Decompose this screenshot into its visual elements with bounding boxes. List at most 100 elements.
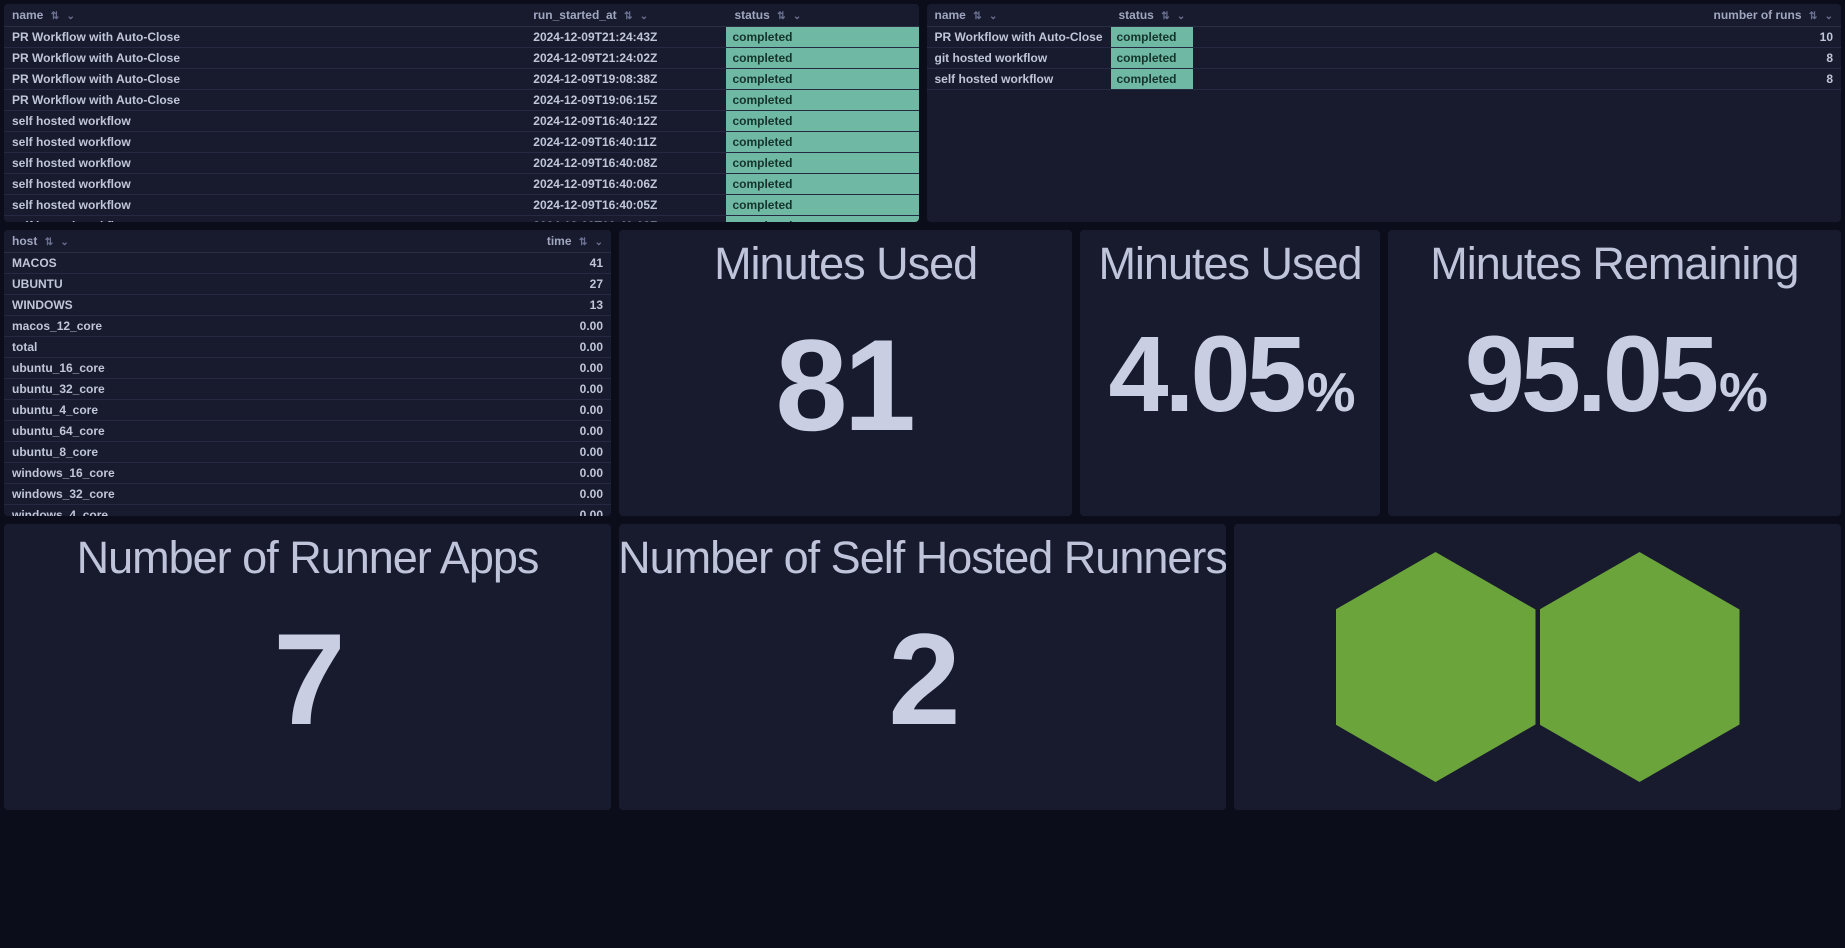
cell-time: 0.00 [123,442,611,463]
cell-host: UBUNTU [4,274,123,295]
filter-icon[interactable]: ⌄ [66,11,74,22]
filter-icon[interactable]: ⌄ [60,237,68,248]
cell-status: completed [726,195,918,216]
cell-number-of-runs: 8 [1193,48,1841,69]
col-header-name[interactable]: name ⇅ ⌄ [4,4,525,27]
sort-icon[interactable]: ⇅ [51,11,57,22]
table-row[interactable]: PR Workflow with Auto-Closecompleted10 [927,27,1842,48]
table-row[interactable]: macos_12_core0.00 [4,316,611,337]
col-header-number-of-runs[interactable]: number of runs ⇅ ⌄ [1193,4,1841,27]
table-row[interactable]: PR Workflow with Auto-Close2024-12-09T21… [4,48,919,69]
hexagon-icon [1540,552,1740,782]
table-row[interactable]: self hosted workflow2024-12-09T16:40:06Z… [4,174,919,195]
cell-name: PR Workflow with Auto-Close [4,90,525,111]
table-row[interactable]: self hosted workflow2024-12-09T16:40:02Z… [4,216,919,223]
sort-icon[interactable]: ⇅ [1809,11,1815,22]
cell-status: completed [726,153,918,174]
workflow-runs-table: name ⇅ ⌄ run_started_at ⇅ ⌄ status ⇅ ⌄ [4,4,919,222]
cell-number-of-runs: 8 [1193,69,1841,90]
cell-host: macos_12_core [4,316,123,337]
table-row[interactable]: self hosted workflowcompleted8 [927,69,1842,90]
minutes-used-pct-panel: Minutes Used 4.05% [1080,230,1380,516]
minutes-remaining-panel: Minutes Remaining 95.05% [1388,230,1841,516]
stat-value: 7 [273,614,341,744]
table-row[interactable]: WINDOWS13 [4,295,611,316]
cell-run-started-at: 2024-12-09T16:40:11Z [525,132,726,153]
sort-icon[interactable]: ⇅ [777,11,783,22]
col-header-status[interactable]: status ⇅ ⌄ [726,4,918,27]
cell-run-started-at: 2024-12-09T16:40:12Z [525,111,726,132]
cell-status: completed [726,90,918,111]
table-row[interactable]: windows_32_core0.00 [4,484,611,505]
col-header-run-started-at[interactable]: run_started_at ⇅ ⌄ [525,4,726,27]
hosts-table: host ⇅ ⌄ time ⇅ ⌄ MACOS41UBUNTU27WINDOWS… [4,230,611,516]
sort-icon[interactable]: ⇅ [624,11,630,22]
table-row[interactable]: ubuntu_16_core0.00 [4,358,611,379]
table-row[interactable]: ubuntu_32_core0.00 [4,379,611,400]
col-header-time[interactable]: time ⇅ ⌄ [123,230,611,253]
cell-status: completed [726,27,918,48]
cell-time: 0.00 [123,505,611,517]
cell-name: git hosted workflow [927,48,1111,69]
table-row[interactable]: PR Workflow with Auto-Close2024-12-09T21… [4,27,919,48]
stat-title: Minutes Remaining [1430,238,1798,290]
table-row[interactable]: PR Workflow with Auto-Close2024-12-09T19… [4,69,919,90]
filter-icon[interactable]: ⌄ [595,237,603,248]
table-row[interactable]: self hosted workflow2024-12-09T16:40:05Z… [4,195,919,216]
cell-time: 0.00 [123,484,611,505]
table-row[interactable]: git hosted workflowcompleted8 [927,48,1842,69]
cell-host: ubuntu_32_core [4,379,123,400]
cell-host: ubuntu_64_core [4,421,123,442]
table-row[interactable]: ubuntu_4_core0.00 [4,400,611,421]
stat-value: 4.05% [1108,320,1351,428]
sort-icon[interactable]: ⇅ [579,237,585,248]
sort-icon[interactable]: ⇅ [45,237,51,248]
cell-name: PR Workflow with Auto-Close [4,48,525,69]
cell-name: self hosted workflow [4,216,525,223]
cell-host: ubuntu_8_core [4,442,123,463]
cell-number-of-runs: 10 [1193,27,1841,48]
cell-host: WINDOWS [4,295,123,316]
cell-run-started-at: 2024-12-09T19:08:38Z [525,69,726,90]
cell-status: completed [726,216,918,223]
table-row[interactable]: self hosted workflow2024-12-09T16:40:12Z… [4,111,919,132]
cell-run-started-at: 2024-12-09T16:40:08Z [525,153,726,174]
cell-time: 0.00 [123,358,611,379]
table-row[interactable]: windows_4_core0.00 [4,505,611,517]
table-row[interactable]: total0.00 [4,337,611,358]
cell-status: completed [1111,69,1194,90]
workflow-summary-panel: name ⇅ ⌄ status ⇅ ⌄ number of runs ⇅ ⌄ [927,4,1842,222]
table-row[interactable]: ubuntu_64_core0.00 [4,421,611,442]
workflow-summary-table: name ⇅ ⌄ status ⇅ ⌄ number of runs ⇅ ⌄ [927,4,1842,90]
table-row[interactable]: UBUNTU27 [4,274,611,295]
table-row[interactable]: MACOS41 [4,253,611,274]
cell-host: windows_4_core [4,505,123,517]
col-header-host[interactable]: host ⇅ ⌄ [4,230,123,253]
col-header-name[interactable]: name ⇅ ⌄ [927,4,1111,27]
cell-name: PR Workflow with Auto-Close [927,27,1111,48]
minutes-used-panel: Minutes Used 81 [619,230,1072,516]
cell-time: 13 [123,295,611,316]
cell-name: PR Workflow with Auto-Close [4,69,525,90]
table-row[interactable]: PR Workflow with Auto-Close2024-12-09T19… [4,90,919,111]
filter-icon[interactable]: ⌄ [1177,11,1185,22]
stat-title: Minutes Used [714,238,977,290]
filter-icon[interactable]: ⌄ [640,11,648,22]
filter-icon[interactable]: ⌄ [1825,11,1833,22]
cell-run-started-at: 2024-12-09T21:24:43Z [525,27,726,48]
cell-time: 0.00 [123,337,611,358]
filter-icon[interactable]: ⌄ [989,11,997,22]
cell-name: PR Workflow with Auto-Close [4,27,525,48]
table-row[interactable]: windows_16_core0.00 [4,463,611,484]
cell-time: 0.00 [123,316,611,337]
table-row[interactable]: ubuntu_8_core0.00 [4,442,611,463]
table-row[interactable]: self hosted workflow2024-12-09T16:40:11Z… [4,132,919,153]
table-row[interactable]: self hosted workflow2024-12-09T16:40:08Z… [4,153,919,174]
self-hosted-runners-panel: Number of Self Hosted Runners 2 [619,524,1226,810]
sort-icon[interactable]: ⇅ [1161,11,1167,22]
logo-panel [1234,524,1841,810]
col-header-status[interactable]: status ⇅ ⌄ [1111,4,1194,27]
sort-icon[interactable]: ⇅ [973,11,979,22]
cell-run-started-at: 2024-12-09T16:40:05Z [525,195,726,216]
filter-icon[interactable]: ⌄ [793,11,801,22]
